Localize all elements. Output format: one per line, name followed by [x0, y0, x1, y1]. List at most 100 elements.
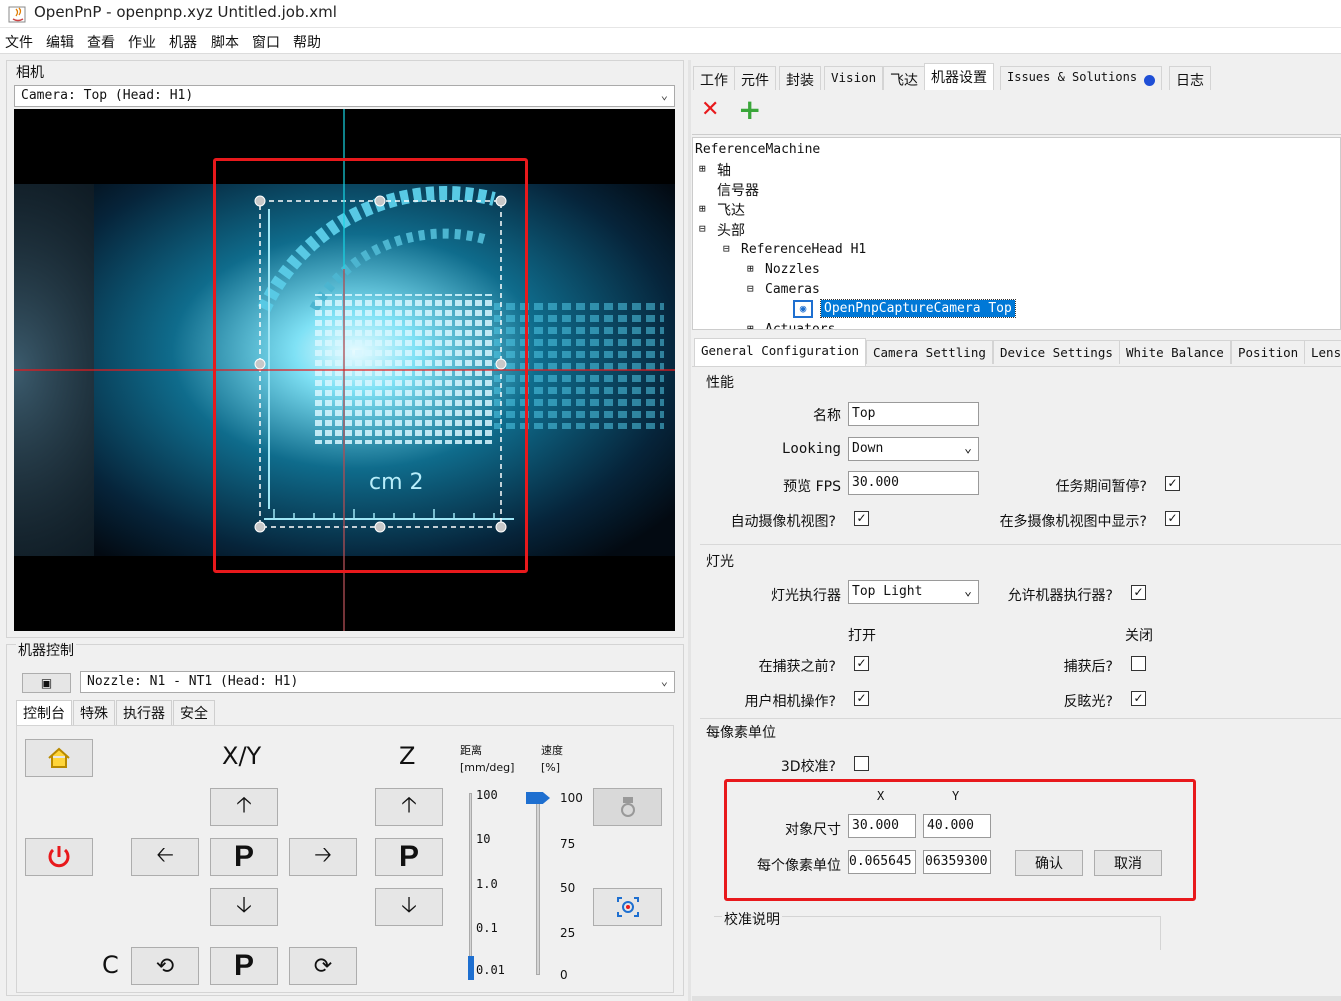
speed-tick: 50 — [560, 881, 576, 895]
jog-x-minus-button[interactable]: 🡠 — [131, 838, 199, 876]
distance-unit: [mm/deg] — [460, 761, 515, 774]
park-c-button[interactable]: P — [210, 947, 278, 985]
user-action-checkbox[interactable]: ✓ — [854, 691, 869, 706]
rotate-ccw-button[interactable]: ⟲ — [131, 947, 199, 985]
before-capture-checkbox[interactable]: ✓ — [854, 656, 869, 671]
tab-machine-setup[interactable]: 机器设置 — [924, 63, 994, 91]
auto-view-checkbox[interactable]: ✓ — [854, 511, 869, 526]
after-capture-checkbox[interactable] — [1131, 656, 1146, 671]
home-button[interactable] — [25, 739, 93, 777]
collapse-icon[interactable]: ⊟ — [723, 242, 730, 255]
collapse-icon[interactable]: ⊟ — [699, 222, 706, 235]
collapse-icon[interactable]: ⊟ — [747, 282, 754, 295]
power-button[interactable] — [25, 838, 93, 876]
speed-tick: 25 — [560, 926, 576, 940]
park-xy-button[interactable]: P — [210, 838, 278, 876]
menu-file[interactable]: 文件 — [5, 32, 33, 52]
tab-lens[interactable]: Lens — [1304, 340, 1341, 364]
camera-select[interactable]: Camera: Top (Head: H1) ⌄ — [14, 85, 675, 107]
tab-general-configuration[interactable]: General Configuration — [694, 338, 867, 366]
tab-actuators[interactable]: 执行器 — [116, 700, 172, 725]
tree-item-camera-top[interactable]: OpenPnpCaptureCamera Top — [820, 299, 1016, 318]
menu-edit[interactable]: 编辑 — [46, 32, 74, 52]
expand-icon[interactable]: ⊞ — [747, 322, 754, 329]
add-icon[interactable]: + — [738, 96, 761, 124]
menu-job[interactable]: 作业 — [128, 32, 156, 52]
tab-log[interactable]: 日志 — [1169, 66, 1211, 90]
tab-issues-solutions[interactable]: Issues & Solutions — [1000, 66, 1163, 90]
jog-z-minus-button[interactable]: 🡣 — [375, 888, 443, 926]
distance-header: 距离 — [460, 744, 482, 757]
rotate-ccw-icon: ⟲ — [155, 953, 175, 979]
rotate-cw-button[interactable]: ⟳ — [289, 947, 357, 985]
menu-script[interactable]: 脚本 — [211, 32, 239, 52]
light-actuator-select[interactable]: Top Light ⌄ — [848, 580, 979, 604]
distance-tick: 0.01 — [476, 963, 505, 977]
antiglare-checkbox[interactable]: ✓ — [1131, 691, 1146, 706]
tab-jog[interactable]: 控制台 — [16, 700, 72, 725]
splitter[interactable] — [688, 60, 691, 1001]
park-z-button[interactable]: P — [375, 838, 443, 876]
tab-packages[interactable]: 封装 — [779, 66, 821, 90]
expand-icon[interactable]: ⊞ — [747, 262, 754, 275]
tab-special[interactable]: 特殊 — [73, 700, 115, 725]
calibration-3d-label: 3D校准? — [780, 759, 836, 775]
z-label: Z — [399, 742, 416, 770]
fps-input[interactable]: 30.000 — [848, 471, 979, 495]
delete-icon[interactable]: ✕ — [701, 99, 719, 121]
park-c-label: P — [233, 949, 254, 982]
expand-icon[interactable]: ⊞ — [699, 162, 706, 175]
tree-item-feeders[interactable]: 飞达 — [717, 200, 745, 220]
tree-root[interactable]: ReferenceMachine — [695, 142, 820, 157]
c-label: C — [102, 951, 119, 979]
tab-job[interactable]: 工作 — [693, 66, 735, 90]
tree-item-cameras[interactable]: Cameras — [765, 282, 820, 297]
calibration-3d-checkbox[interactable] — [854, 756, 869, 771]
tab-safety[interactable]: 安全 — [173, 700, 215, 725]
java-app-icon — [8, 6, 26, 23]
multi-view-checkbox[interactable]: ✓ — [1165, 511, 1180, 526]
home-icon — [48, 747, 70, 768]
distance-slider-thumb[interactable] — [468, 956, 474, 980]
jog-x-plus-button[interactable]: 🡢 — [289, 838, 357, 876]
tree-item-axes[interactable]: 轴 — [717, 160, 731, 180]
speed-tick: 0 — [560, 968, 568, 982]
menu-window[interactable]: 窗口 — [252, 32, 280, 52]
jog-y-minus-button[interactable]: 🡣 — [210, 888, 278, 926]
allow-actuator-label: 允许机器执行器? — [1007, 588, 1113, 604]
collapse-button[interactable]: ▣ — [22, 673, 71, 693]
expand-icon[interactable]: ⊞ — [699, 202, 706, 215]
tree-item-heads[interactable]: 头部 — [717, 220, 745, 240]
speed-tick: 100 — [560, 791, 583, 805]
tab-vision[interactable]: Vision — [824, 66, 884, 90]
looking-select[interactable]: Down ⌄ — [848, 437, 979, 461]
nozzle-select[interactable]: Nozzle: N1 - NT1 (Head: H1) ⌄ — [80, 671, 675, 693]
tree-toolbar — [692, 90, 1341, 135]
jog-z-plus-button[interactable]: 🡡 — [375, 788, 443, 826]
tree-item-head-h1[interactable]: ReferenceHead H1 — [741, 242, 866, 257]
tree-item-nozzles[interactable]: Nozzles — [765, 262, 820, 277]
jog-y-plus-button[interactable]: 🡡 — [210, 788, 278, 826]
menu-help[interactable]: 帮助 — [293, 32, 321, 52]
tab-feeders[interactable]: 飞达 — [883, 66, 925, 90]
nozzle-tip-button[interactable] — [593, 788, 662, 826]
speed-tick: 75 — [560, 837, 576, 851]
speed-slider-track[interactable] — [536, 795, 540, 975]
distance-slider-track[interactable] — [469, 793, 472, 979]
name-label: 名称 — [813, 408, 841, 424]
xy-label: X/Y — [222, 742, 262, 770]
config-panel — [692, 366, 1341, 996]
tab-camera-settling[interactable]: Camera Settling — [866, 340, 993, 364]
camera-capture-button[interactable] — [593, 888, 662, 926]
tab-parts[interactable]: 元件 — [734, 66, 776, 90]
tree-item-actuators[interactable]: Actuators — [765, 322, 835, 329]
name-input[interactable]: Top — [848, 402, 979, 426]
tab-position[interactable]: Position — [1231, 340, 1306, 364]
menu-machine[interactable]: 机器 — [169, 32, 197, 52]
tree-item-signalers[interactable]: 信号器 — [717, 180, 759, 200]
menu-view[interactable]: 查看 — [87, 32, 115, 52]
allow-actuator-checkbox[interactable]: ✓ — [1131, 585, 1146, 600]
pause-checkbox[interactable]: ✓ — [1165, 476, 1180, 491]
tab-device-settings[interactable]: Device Settings — [993, 340, 1120, 364]
tab-white-balance[interactable]: White Balance — [1119, 340, 1231, 364]
